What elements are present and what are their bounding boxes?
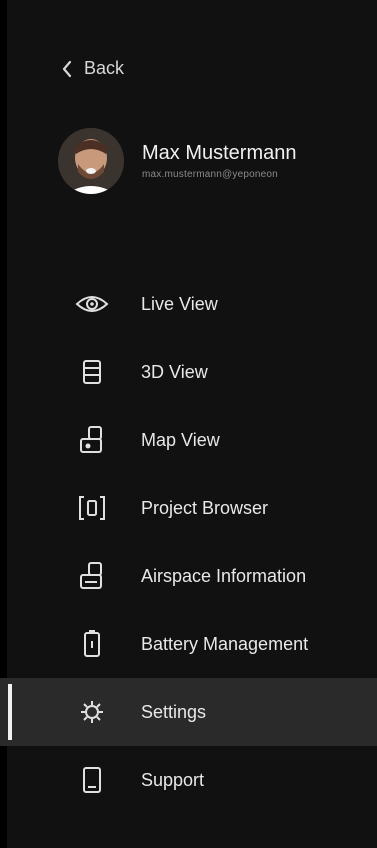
- avatar-image: [58, 128, 124, 194]
- user-profile[interactable]: Max Mustermann max.mustermann@yeponeon: [58, 128, 297, 194]
- project-browser-icon: [73, 489, 111, 527]
- menu-item-label: Live View: [141, 293, 218, 314]
- menu-item-map-view[interactable]: Map View: [0, 406, 377, 474]
- eye-icon: [73, 285, 111, 323]
- menu-item-settings[interactable]: Settings: [0, 678, 377, 746]
- menu-item-label: Project Browser: [141, 497, 269, 518]
- menu-item-3d-view[interactable]: 3D View: [0, 338, 377, 406]
- back-button[interactable]: Back: [60, 58, 124, 79]
- battery-icon: [73, 625, 111, 663]
- menu-item-label: Battery Management: [141, 633, 309, 654]
- menu-item-airspace-information[interactable]: Airspace Information: [0, 542, 377, 610]
- menu-item-label: Support: [141, 769, 205, 790]
- menu-item-battery-management[interactable]: Battery Management: [0, 610, 377, 678]
- menu-item-label: Airspace Information: [141, 565, 307, 586]
- gear-icon: [73, 693, 111, 731]
- profile-text: Max Mustermann max.mustermann@yeponeon: [142, 142, 297, 180]
- app-screen: Back Max Mustermann max.mustermann@yepon…: [0, 0, 377, 848]
- support-icon: [73, 761, 111, 799]
- airspace-icon: [73, 557, 111, 595]
- menu-item-label: Map View: [141, 429, 220, 450]
- menu-item-live-view[interactable]: Live View: [0, 270, 377, 338]
- menu-item-support[interactable]: Support: [0, 746, 377, 814]
- menu-item-project-browser[interactable]: Project Browser: [0, 474, 377, 542]
- user-email: max.mustermann@yeponeon: [142, 169, 278, 180]
- navigation-menu: Live View 3D View Map View Project Brows…: [0, 270, 377, 814]
- menu-item-label: 3D View: [141, 361, 208, 382]
- avatar: [58, 128, 124, 194]
- cube-icon: [73, 353, 111, 391]
- user-name: Max Mustermann: [142, 142, 297, 164]
- back-label: Back: [84, 58, 125, 78]
- map-icon: [73, 421, 111, 459]
- chevron-left-icon: [62, 60, 72, 77]
- menu-item-label: Settings: [141, 701, 207, 722]
